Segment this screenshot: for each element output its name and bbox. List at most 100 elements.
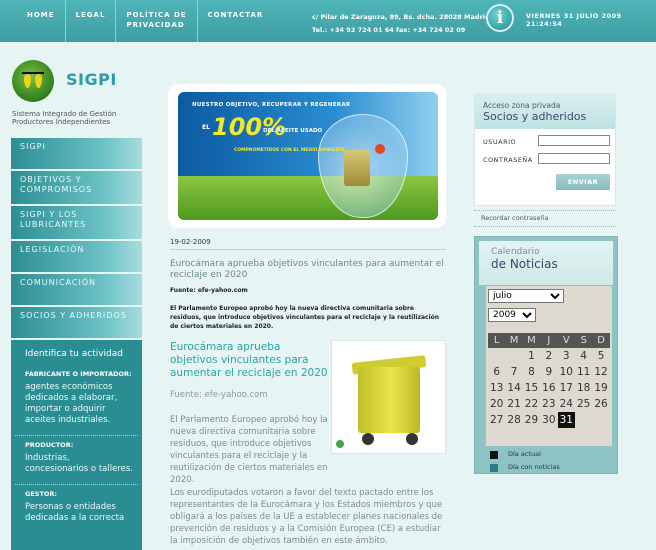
calendar-day[interactable]: 11 [575,364,592,380]
menu-item-comunicacion[interactable]: COMUNICACIÓN [11,274,142,305]
current-time: 21:24:54 [526,20,563,28]
calendar-day[interactable]: 16 [540,380,557,396]
week-row: 12345 [488,348,610,364]
calendar-body: julio 2009 L M M J V S D 1 2 3 4 5 6 7 8 9 10 11 12… [486,286,612,446]
calendar-day[interactable]: 14 [505,380,522,396]
user-label: USUARIO [483,138,517,146]
calendar-day[interactable]: 17 [558,380,575,396]
top-navigation: HOME LEGAL POLÍTICA DE PRIVACIDAD CONTAC… [0,0,273,42]
calendar-day[interactable]: 6 [488,364,505,380]
forgot-password-link[interactable]: Recordar contraseña [481,214,549,222]
activity-link-productor[interactable]: Industrias, concesionarios o talleres. [11,453,142,481]
activity-link-fabricante[interactable]: agentes económicos dedicados a elaborar,… [11,382,142,432]
calendar-day[interactable]: 23 [540,396,557,412]
login-panel: Acceso zona privada Socios y adheridos U… [474,94,616,206]
login-heading: Socios y adheridos [483,110,587,123]
nav-home-link[interactable]: HOME [0,0,65,42]
calendar-day[interactable]: 22 [523,396,540,412]
brand-subtitle-line1: Sistema Integrado de Gestión [12,110,117,118]
info-icon[interactable]: i [486,4,514,32]
news-image[interactable] [331,340,446,454]
submit-button[interactable]: ENVIAR [556,174,610,190]
news-source: Fuente: efe-yahoo.com [170,287,248,294]
nav-legal-link[interactable]: LEGAL [64,0,116,42]
contact-address: c/ Pilar de Zaragoza, 89, Bs. dcha. 2802… [312,11,490,37]
calendar-empty-cell [592,412,609,428]
sigpi-logo-icon[interactable] [12,60,54,102]
calendar-day[interactable]: 9 [540,364,557,380]
weekday-label: D [597,335,605,346]
calendar-heading-small: Calendario [491,247,540,257]
banner-percent: 100% [212,113,287,141]
calendar-day[interactable]: 3 [558,348,575,364]
calendar-day[interactable]: 8 [523,364,540,380]
user-input[interactable] [538,135,610,146]
week-row: 13 14 15 16 17 18 19 [488,380,610,396]
calendar-day[interactable]: 20 [488,396,505,412]
calendar-day[interactable]: 18 [575,380,592,396]
recycling-bin-image [358,367,420,433]
menu-item-sigpi[interactable]: SIGPI [11,138,142,169]
news-title[interactable]: Eurocámara aprueba objetivos vinculantes… [170,259,446,281]
nav-privacy-link[interactable]: POLÍTICA DE PRIVACIDAD [115,0,196,42]
calendar-day[interactable]: 27 [488,412,505,428]
brand-subtitle: Sistema Integrado de Gestión Productores… [12,110,116,126]
login-heading-small: Acceso zona privada [483,101,561,110]
promo-banner[interactable]: NUESTRO OBJETIVO, RECUPERAR Y REGENERAR … [168,84,446,228]
news-date: 19-02-2009 [170,238,211,246]
year-select[interactable]: 2009 [488,308,536,322]
menu-item-legislacion[interactable]: LEGISLACIÓN [11,241,142,272]
calendar-day[interactable]: 28 [505,412,522,428]
oil-can-image [344,150,370,186]
password-label: CONTRASEÑA [483,156,533,164]
menu-item-socios[interactable]: SOCIOS Y ADHERIDOS [11,307,142,338]
left-menu: SIGPI OBJETIVOS Y COMPROMISOS SIGPI Y LO… [11,138,142,340]
legend-today-label: Día actual [508,450,541,458]
activity-category: PRODUCTOR: [25,441,74,449]
brand-subtitle-line2: Productores Independientes [12,118,111,126]
top-bar: HOME LEGAL POLÍTICA DE PRIVACIDAD CONTAC… [0,0,656,42]
address-line: c/ Pilar de Zaragoza, 89, Bs. dcha. 2802… [312,13,490,21]
calendar-day[interactable]: 21 [505,396,522,412]
activity-category: FABRICANTE O IMPORTADOR: [25,370,132,378]
banner-line2: DEL ACEITE USADO [263,128,323,134]
calendar-day[interactable]: 31 [557,412,575,428]
activity-link-gestor[interactable]: Personas o entidades dedicadas a la corr… [11,502,142,530]
calendar-day[interactable]: 1 [523,348,540,364]
news-headline[interactable]: Eurocámara aprueba objetivos vinculantes… [170,341,330,380]
divider [474,210,616,211]
calendar-day[interactable]: 13 [488,380,505,396]
weekday-label: V [562,335,570,346]
date-time: VIERNES 31 JULIO 2009 21:24:54 [526,12,656,28]
calendar-day[interactable]: 24 [558,396,575,412]
calendar-day[interactable]: 12 [592,364,609,380]
nav-contact-link[interactable]: CONTACTAR [196,0,274,42]
calendar-day[interactable]: 25 [575,396,592,412]
calendar-day[interactable]: 15 [523,380,540,396]
calendar-day[interactable]: 2 [540,348,557,364]
calendar-day[interactable]: 5 [592,348,609,364]
news-calendar: Calendario de Noticias julio 2009 L M M … [474,236,618,474]
calendar-day[interactable]: 4 [575,348,592,364]
calendar-day[interactable]: 30 [540,412,557,428]
news-swatch [490,464,498,472]
activity-title: Identifica tu actividad [25,349,123,359]
weekday-label: M [509,335,519,346]
calendar-day[interactable]: 10 [558,364,575,380]
calendar-day[interactable]: 29 [523,412,540,428]
current-date: VIERNES 31 JULIO 2009 [526,12,622,20]
calendar-day[interactable]: 7 [505,364,522,380]
password-input[interactable] [538,153,610,164]
phone-line: Tel.: +34 92 724 01 64 fax: +34 724 02 0… [312,26,466,34]
calendar-day[interactable]: 26 [592,396,609,412]
menu-item-objetivos[interactable]: OBJETIVOS Y COMPROMISOS [11,171,142,204]
legend-today: Día actual [490,450,541,459]
activity-panel: Identifica tu actividad FABRICANTE O IMP… [11,340,142,550]
weekday-header: L M M J V S D [488,333,610,348]
calendar-day[interactable]: 19 [592,380,609,396]
weekday-label: J [547,335,551,346]
menu-item-lubricantes[interactable]: SIGPI Y LOS LUBRICANTES [11,206,142,239]
news-body-paragraph: El Parlamento Europeo aprobó hoy la nuev… [170,415,328,485]
month-select[interactable]: julio [488,289,564,303]
news-source-2: Fuente: efe-yahoo.com [170,390,268,400]
